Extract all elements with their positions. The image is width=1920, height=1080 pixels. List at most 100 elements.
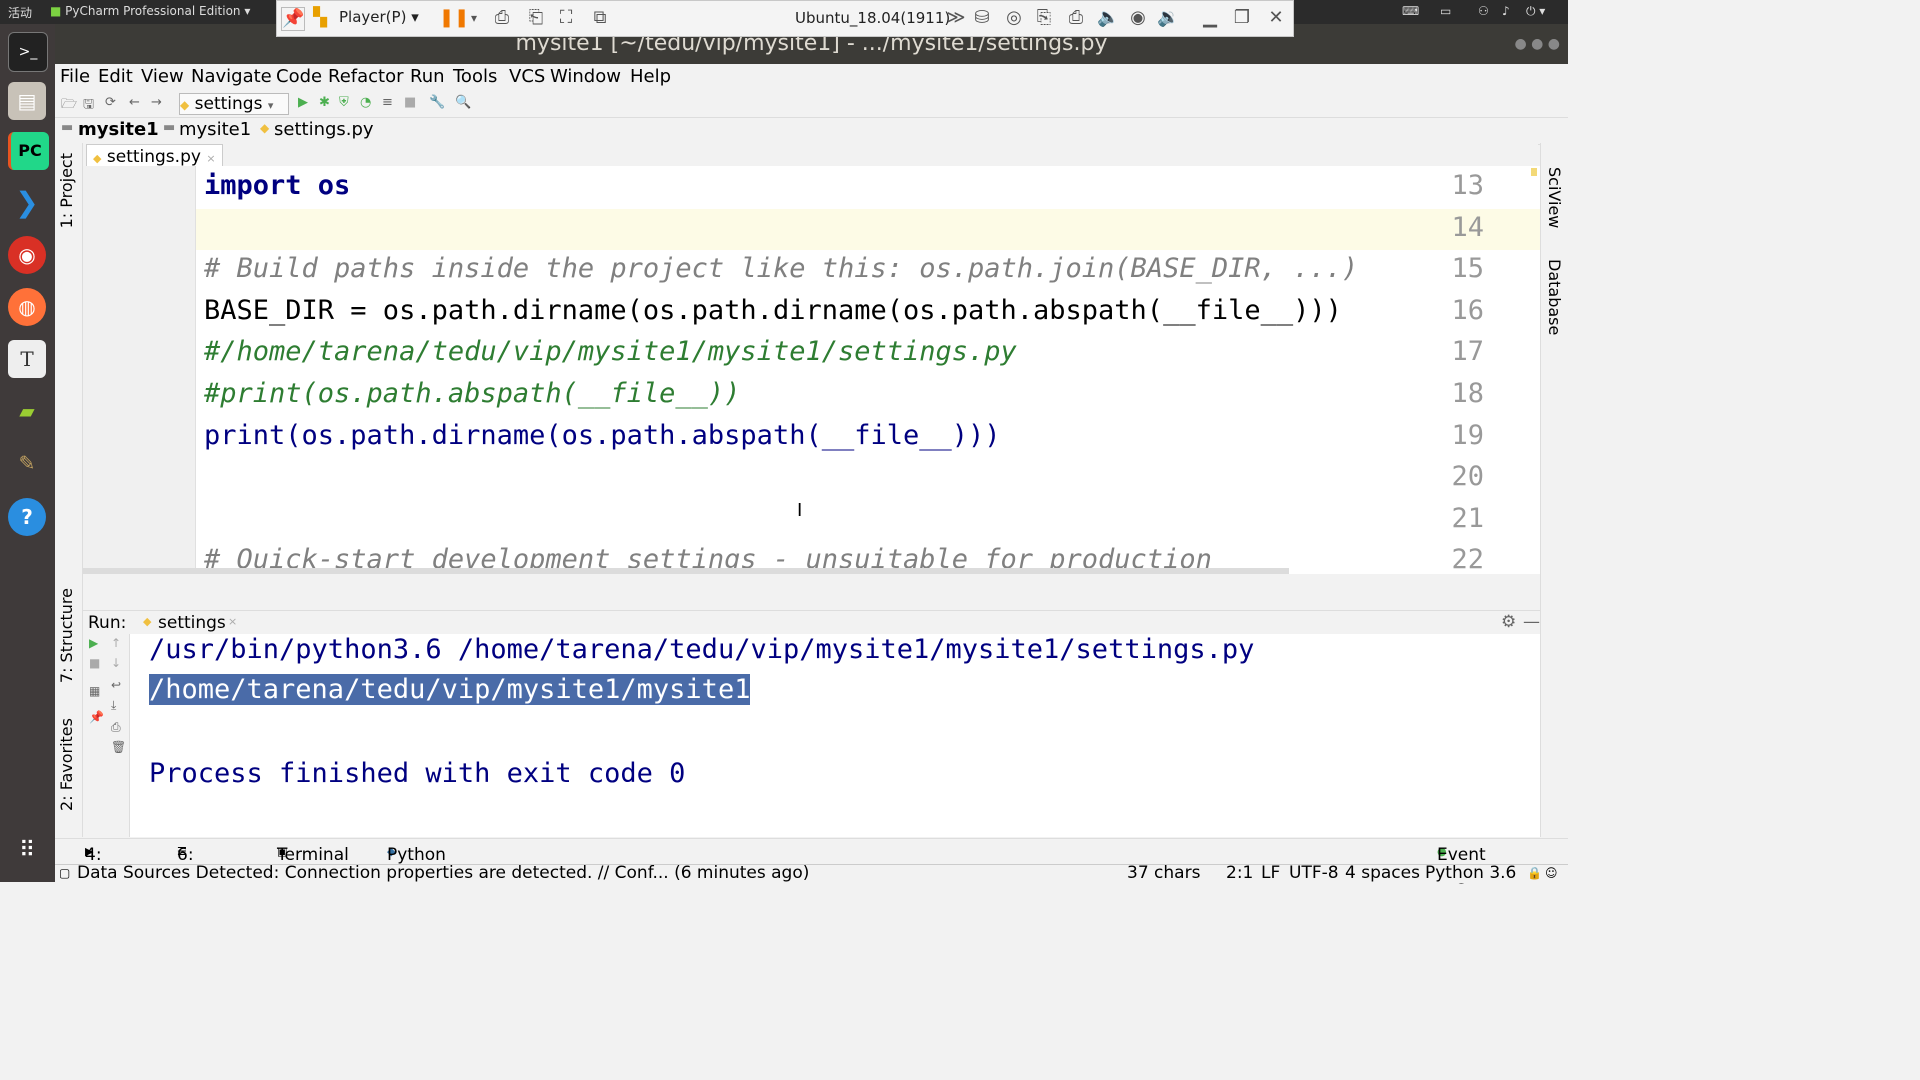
player-menu[interactable]: Player(P) ▾	[339, 8, 419, 26]
structure-tool-button[interactable]: 7: Structure	[57, 588, 76, 683]
input-method-icon[interactable]: ▭	[1440, 4, 1451, 18]
search-icon[interactable]: 🔍	[455, 95, 471, 110]
status-encoding[interactable]: UTF-8	[1289, 865, 1339, 883]
menu-run[interactable]: Run	[410, 66, 445, 87]
sync-icon[interactable]: ⟳	[105, 95, 116, 110]
chrome-launcher-icon[interactable]: ◉	[8, 236, 46, 274]
power-icon[interactable]: ⏻ ▾	[1526, 4, 1545, 19]
menu-refactor[interactable]: Refactor	[328, 66, 404, 87]
network-adapter-icon[interactable]: ⎘	[1033, 7, 1055, 29]
vscode-launcher-icon[interactable]: ❯	[8, 184, 46, 222]
inspector-icon[interactable]: ☺	[1545, 866, 1558, 880]
back-icon[interactable]: ←	[129, 95, 140, 110]
menu-view[interactable]: View	[141, 66, 184, 87]
status-toggle-icon[interactable]: ▢	[59, 866, 70, 880]
settings-wrench-icon[interactable]: 🔧	[429, 95, 445, 110]
close-tab-icon[interactable]: ×	[228, 615, 237, 628]
run-config-dropdown[interactable]: ◆ settings ▾	[179, 93, 289, 115]
up-icon[interactable]: ↑	[111, 636, 121, 650]
rerun-icon[interactable]: ▶	[89, 636, 98, 650]
fullscreen-icon[interactable]: ⛶	[555, 7, 577, 29]
keyboard-icon[interactable]: ⌨	[1402, 4, 1419, 18]
horizontal-scrollbar[interactable]	[83, 568, 1289, 574]
send-ctrl-alt-del-icon[interactable]: ⎙	[491, 7, 513, 29]
run-config-tab[interactable]: settings	[158, 613, 226, 633]
menu-window[interactable]: Window	[550, 66, 621, 87]
output-line-selected[interactable]: /home/tarena/tedu/vip/mysite1/mysite1	[149, 674, 751, 705]
favorites-tool-button[interactable]: 2: Favorites	[57, 718, 76, 811]
inspection-marker[interactable]	[1531, 168, 1537, 176]
unity-icon[interactable]: ⧉	[589, 7, 611, 29]
book-launcher-icon[interactable]: ▰	[8, 392, 46, 430]
hide-panel-icon[interactable]: —	[1523, 612, 1540, 632]
breadcrumb-file[interactable]: settings.py	[274, 119, 374, 140]
chevron-down-icon[interactable]: ▾	[463, 7, 485, 29]
breadcrumb-folder[interactable]: mysite1	[179, 119, 251, 140]
coverage-icon[interactable]: ⛨	[339, 95, 349, 110]
removable-devices-icon[interactable]: ⎗	[525, 7, 547, 29]
run-icon[interactable]: ▶	[298, 95, 308, 110]
trash-icon[interactable]: 🗑	[111, 740, 126, 754]
status-message[interactable]: Data Sources Detected: Connection proper…	[77, 865, 809, 883]
sound-icon[interactable]: 🔈	[1097, 7, 1119, 29]
close-icon[interactable]: ✕	[1265, 7, 1287, 29]
volume-icon[interactable]: ♪	[1502, 4, 1510, 18]
down-icon[interactable]: ↓	[111, 656, 121, 670]
hdd-icon[interactable]: ⛁	[971, 7, 993, 29]
code-editor[interactable]: 13 14 15 16 17 18 19 20 21 22 import os …	[83, 166, 1540, 574]
menu-file[interactable]: File	[60, 66, 90, 87]
stop-icon[interactable]: ■	[89, 656, 100, 670]
typora-launcher-icon[interactable]: T	[8, 340, 46, 378]
pin-icon[interactable]: 📌	[281, 7, 305, 31]
pycharm-launcher-icon[interactable]: PC	[8, 132, 49, 170]
show-apps-icon[interactable]: ⠿	[8, 832, 46, 870]
menu-tools[interactable]: Tools	[453, 66, 497, 87]
status-caret-position[interactable]: 2:1	[1226, 865, 1253, 883]
breadcrumb-project[interactable]: mysite1	[78, 119, 159, 140]
paint-launcher-icon[interactable]: ✎	[8, 444, 46, 482]
concurrency-icon[interactable]: ≡	[382, 95, 393, 110]
menu-navigate[interactable]: Navigate	[191, 66, 272, 87]
minimize-icon[interactable]: ▁	[1199, 7, 1221, 29]
tab-settings-py[interactable]: ◆ settings.py ×	[86, 144, 223, 167]
scroll-to-end-icon[interactable]: ⤓	[111, 698, 116, 713]
menu-edit[interactable]: Edit	[98, 66, 133, 87]
menu-vcs[interactable]: VCS	[509, 66, 545, 87]
layout-icon[interactable]: ▦	[89, 684, 100, 698]
lock-icon[interactable]: 🔒	[1527, 866, 1542, 880]
print-icon[interactable]: ⎙	[111, 720, 121, 735]
forward-icon[interactable]: →	[151, 95, 162, 110]
network-icon[interactable]: ⚇	[1478, 4, 1489, 18]
close-tab-icon[interactable]: ×	[206, 152, 215, 165]
project-tool-button[interactable]: 1: Project	[57, 153, 76, 228]
window-controls[interactable]: ● ● ●	[1514, 24, 1560, 64]
debug-icon[interactable]: ✱	[319, 95, 330, 110]
maximize-icon[interactable]: ❐	[1231, 7, 1253, 29]
save-icon[interactable]: 🖫	[83, 95, 94, 117]
terminal-launcher-icon[interactable]: >_	[8, 32, 48, 72]
camera-icon[interactable]: ◉	[1127, 7, 1149, 29]
cd-icon[interactable]: ◎	[1003, 7, 1025, 29]
firefox-launcher-icon[interactable]: ◍	[8, 288, 46, 326]
more-icon[interactable]: ≫	[945, 7, 967, 29]
files-launcher-icon[interactable]: ▤	[8, 82, 46, 120]
menu-code[interactable]: Code	[276, 66, 322, 87]
status-indent[interactable]: 4 spaces	[1345, 865, 1420, 883]
stop-icon[interactable]: ■	[404, 95, 416, 110]
open-icon[interactable]: 🗁	[61, 95, 77, 117]
help-launcher-icon[interactable]: ?	[8, 498, 46, 536]
profile-icon[interactable]: ◔	[360, 95, 371, 110]
speaker-icon[interactable]: 🔉	[1157, 7, 1179, 29]
pin-icon[interactable]: 📌	[89, 710, 104, 724]
menu-help[interactable]: Help	[630, 66, 671, 87]
soft-wrap-icon[interactable]: ↩	[111, 678, 121, 692]
gear-icon[interactable]: ⚙	[1501, 612, 1516, 632]
activities-button[interactable]: 活动	[8, 4, 32, 21]
printer-icon[interactable]: ⎙	[1065, 7, 1087, 29]
pause-icon[interactable]: ❚❚	[439, 7, 469, 29]
database-tool-button[interactable]: Database	[1545, 259, 1564, 335]
status-interpreter[interactable]: Python 3.6	[1425, 865, 1516, 883]
app-menu[interactable]: ■ PyCharm Professional Edition ▾	[50, 4, 250, 18]
status-line-separator[interactable]: LF	[1261, 865, 1280, 883]
sciview-tool-button[interactable]: SciView	[1545, 167, 1564, 228]
